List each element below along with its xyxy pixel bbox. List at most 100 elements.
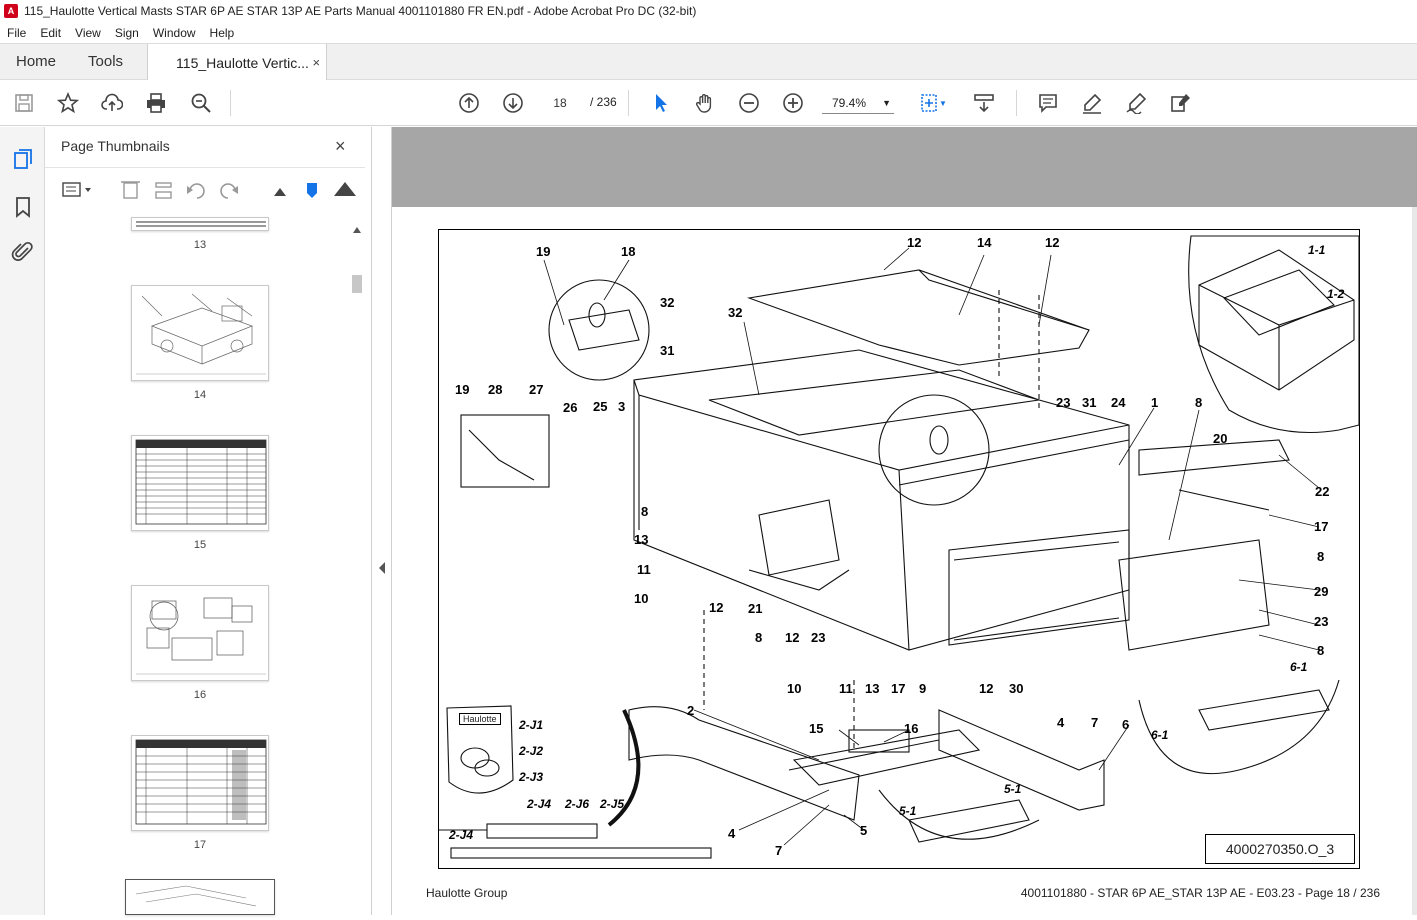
thumbnail-smaller-icon[interactable] bbox=[274, 188, 286, 196]
zoom-in-icon[interactable] bbox=[781, 91, 805, 115]
callout: 17 bbox=[1314, 519, 1329, 534]
footer-company: Haulotte Group bbox=[426, 886, 508, 900]
callout-sub: 2-J3 bbox=[519, 770, 544, 784]
panel-collapse-handle[interactable] bbox=[373, 127, 392, 915]
callout: 12 bbox=[979, 681, 994, 696]
thumbnail-page-13[interactable] bbox=[131, 217, 269, 231]
draw-sign-icon[interactable] bbox=[1124, 91, 1148, 115]
zoom-level-value: 79.4% bbox=[832, 95, 867, 110]
select-cursor-icon[interactable] bbox=[649, 91, 673, 115]
menu-window[interactable]: Window bbox=[146, 26, 203, 40]
zoom-level-select[interactable]: 79.4% ▼ bbox=[822, 92, 894, 114]
highlight-pen-icon[interactable] bbox=[1080, 91, 1104, 115]
menu-edit[interactable]: Edit bbox=[33, 26, 68, 40]
left-rail bbox=[0, 127, 45, 915]
callout-sub: 2-J4 bbox=[449, 828, 474, 842]
toolbar: / 236 79.4% ▼ ▼ bbox=[0, 80, 1417, 126]
window-title: 115_Haulotte Vertical Masts STAR 6P AE S… bbox=[24, 4, 697, 18]
thumbnail-label: 13 bbox=[193, 239, 207, 251]
callout: 13 bbox=[634, 532, 649, 547]
callout: 23 bbox=[1056, 395, 1071, 410]
callout: 32 bbox=[660, 295, 675, 310]
bookmark-star-icon[interactable] bbox=[56, 91, 80, 115]
exploded-parts-drawing: 19 18 12 14 12 32 32 31 19 28 27 26 25 3… bbox=[438, 229, 1360, 869]
callout: 3 bbox=[618, 399, 626, 414]
callout: 23 bbox=[1314, 614, 1329, 629]
tab-document[interactable]: 115_Haulotte Vertic... × bbox=[147, 44, 328, 81]
thumbnail-slider-icon[interactable] bbox=[307, 183, 317, 198]
callout: 14 bbox=[977, 235, 992, 250]
callout: 7 bbox=[775, 843, 783, 858]
menu-file[interactable]: File bbox=[0, 26, 33, 40]
options-menu-icon[interactable] bbox=[62, 182, 91, 197]
callout: 28 bbox=[488, 382, 503, 397]
thumbnail-page-16[interactable] bbox=[131, 585, 269, 681]
callout: 12 bbox=[1045, 235, 1060, 250]
thumbnail-label: 15 bbox=[193, 539, 207, 551]
fill-sign-icon[interactable] bbox=[1168, 91, 1192, 115]
page-number-input[interactable] bbox=[545, 93, 575, 113]
callout: 8 bbox=[1195, 395, 1203, 410]
tab-home[interactable]: Home bbox=[0, 44, 72, 79]
callout: 11 bbox=[637, 562, 651, 577]
page-total: / 236 bbox=[590, 95, 617, 109]
thumbnail-page-17[interactable] bbox=[131, 735, 269, 831]
upload-cloud-icon[interactable] bbox=[100, 91, 124, 115]
thumbnail-scrollbar[interactable] bbox=[350, 219, 364, 915]
callout: 12 bbox=[709, 600, 724, 615]
toolbar-separator bbox=[230, 90, 231, 116]
callout: 30 bbox=[1009, 681, 1024, 696]
save-icon[interactable] bbox=[12, 91, 36, 115]
rotate-ccw-icon[interactable] bbox=[187, 183, 205, 199]
attachment-paperclip-icon[interactable] bbox=[11, 240, 35, 264]
callout: 6 bbox=[1122, 717, 1130, 732]
zoom-search-icon[interactable] bbox=[189, 91, 213, 115]
panel-close-icon[interactable]: × bbox=[335, 136, 346, 157]
chevron-down-icon[interactable]: ▼ bbox=[938, 91, 948, 115]
callout: 26 bbox=[563, 400, 578, 415]
callout: 13 bbox=[865, 681, 880, 696]
callout: 2 bbox=[687, 703, 695, 718]
callout: 21 bbox=[748, 601, 763, 616]
callout: 27 bbox=[529, 382, 544, 397]
thumbnail-page-15[interactable] bbox=[131, 435, 269, 531]
callout: 4 bbox=[1057, 715, 1065, 730]
menu-view[interactable]: View bbox=[68, 26, 108, 40]
callout: 10 bbox=[634, 591, 649, 606]
panel-title: Page Thumbnails bbox=[61, 138, 170, 154]
callout: 29 bbox=[1314, 584, 1329, 599]
footer-page-info: 4001101880 - STAR 6P AE_STAR 13P AE - E0… bbox=[1020, 886, 1380, 900]
thumbnail-larger-icon[interactable] bbox=[334, 182, 356, 196]
callout: 4 bbox=[728, 826, 736, 841]
callout: 11 bbox=[839, 681, 853, 696]
menu-sign[interactable]: Sign bbox=[108, 26, 146, 40]
page-thumbnails-icon[interactable] bbox=[11, 147, 35, 171]
kit-bag-label: Haulotte bbox=[459, 713, 501, 725]
print-icon[interactable] bbox=[144, 91, 168, 115]
callout: 16 bbox=[904, 721, 919, 736]
hand-tool-icon[interactable] bbox=[693, 91, 717, 115]
callout-sub: 2-J1 bbox=[519, 718, 544, 732]
drawing-lines bbox=[439, 235, 1360, 859]
document-scrollbar[interactable] bbox=[1412, 207, 1417, 915]
comment-icon[interactable] bbox=[1036, 91, 1060, 115]
callout-sub: 2-J5 bbox=[600, 797, 625, 811]
zoom-out-icon[interactable] bbox=[737, 91, 761, 115]
callout-sub: 2-J2 bbox=[519, 744, 544, 758]
extract-page-icon[interactable] bbox=[155, 182, 172, 199]
bookmark-icon[interactable] bbox=[11, 195, 35, 219]
rotate-cw-icon[interactable] bbox=[220, 183, 238, 199]
scroll-mode-icon[interactable] bbox=[972, 91, 996, 115]
callout: 8 bbox=[1317, 643, 1325, 658]
prev-page-icon[interactable] bbox=[457, 91, 481, 115]
callout: 20 bbox=[1213, 431, 1228, 446]
thumbnail-page-18[interactable] bbox=[125, 879, 275, 915]
callout: 8 bbox=[755, 630, 763, 645]
tab-tools[interactable]: Tools bbox=[72, 44, 139, 79]
thumbnail-page-14[interactable] bbox=[131, 285, 269, 381]
thumbnail-label: 14 bbox=[193, 389, 207, 401]
menu-help[interactable]: Help bbox=[203, 26, 242, 40]
next-page-icon[interactable] bbox=[501, 91, 525, 115]
tab-close-icon[interactable]: × bbox=[312, 55, 320, 70]
delete-page-icon[interactable] bbox=[121, 181, 140, 199]
